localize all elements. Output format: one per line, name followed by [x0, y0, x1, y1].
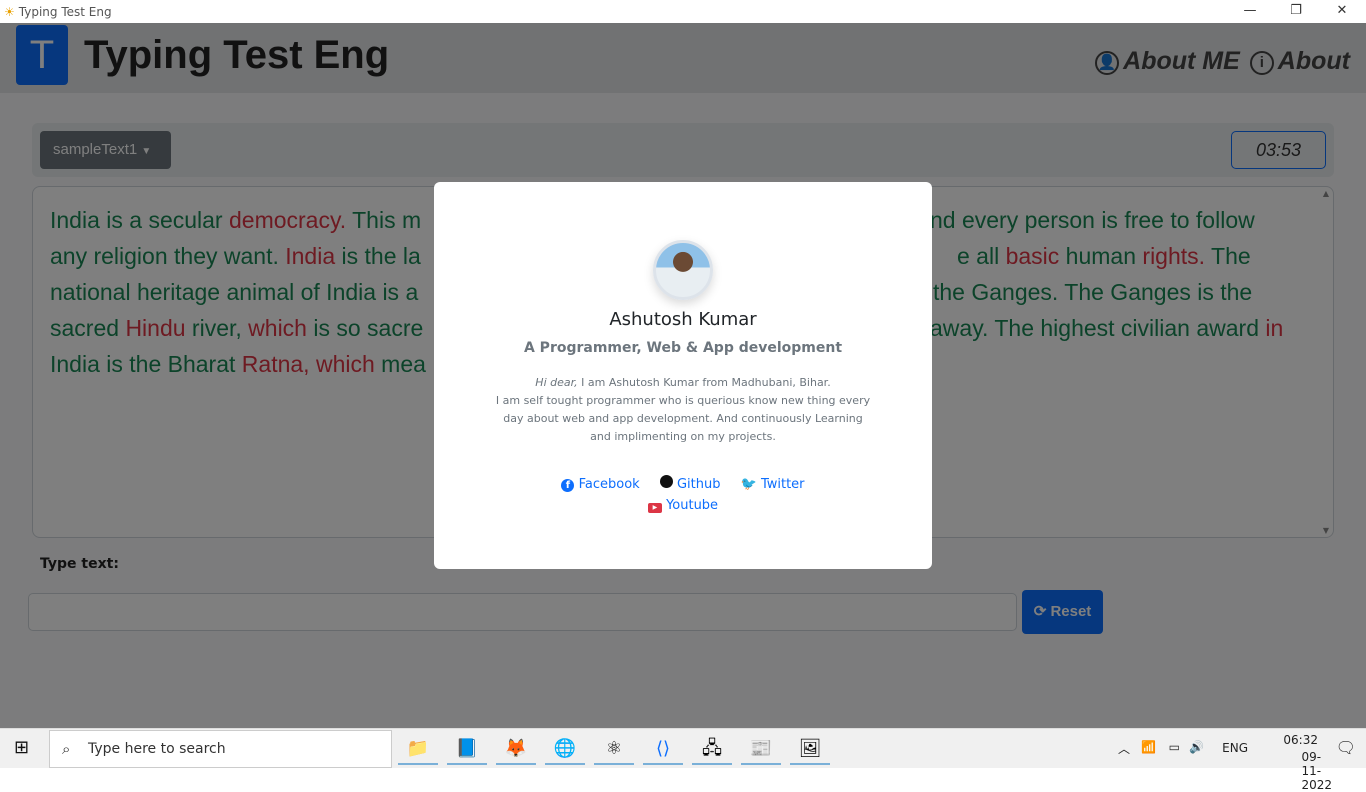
social-links: f Facebook Github 🐦 Twitter ▶ Youtube: [434, 474, 932, 516]
language-indicator[interactable]: ENG: [1222, 741, 1248, 755]
github-icon: [659, 475, 673, 488]
notes-app-icon[interactable]: 📘: [447, 733, 487, 765]
bio-greeting: Hi dear,: [535, 376, 578, 389]
document-app-icon[interactable]: 📰: [741, 733, 781, 765]
notifications-icon[interactable]: 🗨: [1336, 738, 1356, 757]
youtube-label: Youtube: [666, 498, 719, 513]
profile-subtitle: A Programmer, Web & App development: [523, 340, 843, 356]
search-icon: ⌕: [62, 740, 71, 758]
youtube-link[interactable]: ▶ Youtube: [647, 498, 719, 513]
facebook-icon: f: [561, 479, 575, 492]
about-me-modal: Ashutosh Kumar A Programmer, Web & App d…: [434, 182, 932, 569]
twitter-icon: 🐦: [740, 477, 757, 492]
facebook-label: Facebook: [578, 477, 640, 492]
vscode-icon[interactable]: ⟨⟩: [643, 733, 683, 765]
youtube-icon: ▶: [647, 503, 662, 513]
restore-button[interactable]: ❐: [1273, 0, 1319, 23]
taskbar-search[interactable]: ⌕ Type here to search: [49, 730, 392, 768]
app-icon: ☀: [4, 4, 15, 19]
close-button[interactable]: ✕: [1319, 0, 1365, 23]
profile-name: Ashutosh Kumar: [609, 309, 757, 330]
battery-icon[interactable]: ▭: [1169, 740, 1180, 754]
twitter-link[interactable]: 🐦 Twitter: [741, 477, 805, 492]
wifi-icon[interactable]: 📶: [1141, 740, 1156, 754]
network-app-icon[interactable]: 🖧: [692, 733, 732, 765]
photos-icon[interactable]: 🖼: [790, 733, 830, 765]
window-titlebar: ☀ Typing Test Eng — ❐ ✕: [0, 0, 1366, 23]
windows-start-icon[interactable]: ⊞: [14, 737, 29, 758]
chevron-up-icon[interactable]: ︿: [1118, 740, 1130, 757]
window-title: Typing Test Eng: [18, 4, 112, 19]
minimize-button[interactable]: —: [1227, 0, 1273, 23]
file-explorer-icon[interactable]: 📁: [398, 733, 438, 765]
facebook-link[interactable]: f Facebook: [561, 477, 640, 492]
bio-rest: I am self tought programmer who is queri…: [495, 394, 871, 443]
internet-explorer-icon[interactable]: 🌐: [545, 733, 585, 765]
atom-icon[interactable]: ⚛: [594, 733, 634, 765]
volume-icon[interactable]: 🔊: [1189, 740, 1204, 754]
bio-line1: I am Ashutosh Kumar from Madhubani, Biha…: [577, 376, 831, 389]
clock-date[interactable]: 09-11-2022: [1301, 750, 1332, 792]
taskbar: ⊞ ⌕ Type here to search 📁 📘 🦊 🌐 ⚛ ⟨⟩ 🖧 📰 …: [0, 728, 1366, 792]
twitter-label: Twitter: [760, 477, 805, 492]
search-placeholder: Type here to search: [88, 741, 226, 757]
profile-bio: Hi dear, I am Ashutosh Kumar from Madhub…: [494, 374, 872, 446]
github-link[interactable]: Github: [659, 475, 721, 492]
github-label: Github: [676, 477, 721, 492]
clock-time[interactable]: 06:32: [1283, 733, 1318, 747]
firefox-icon[interactable]: 🦊: [496, 733, 536, 765]
avatar: [653, 240, 713, 300]
